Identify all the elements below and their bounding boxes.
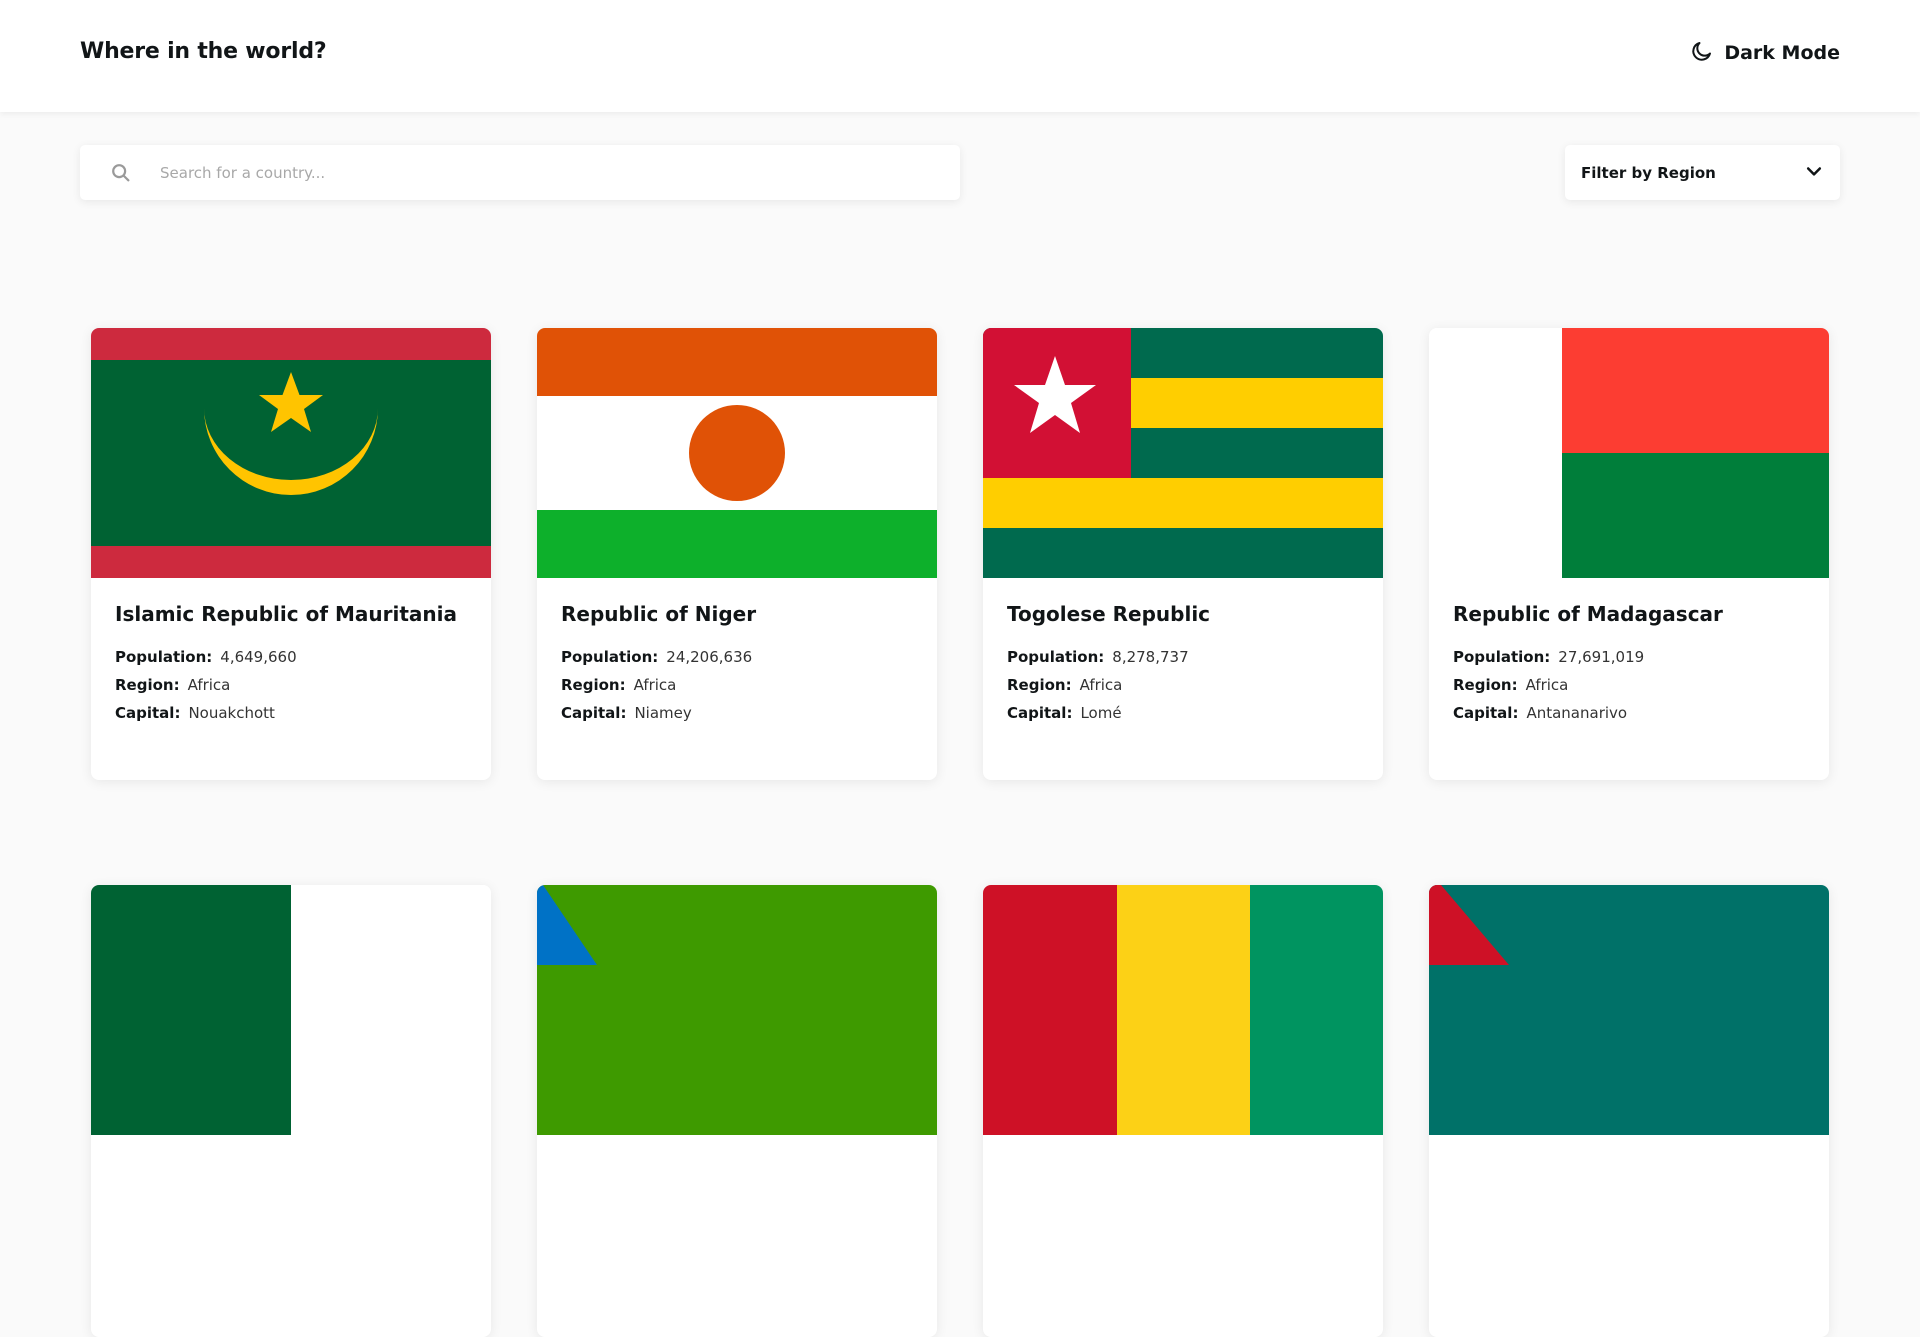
country-card-mauritania[interactable]: Islamic Republic of Mauritania Populatio… (91, 328, 491, 780)
app-title: Where in the world? (80, 38, 327, 64)
flag-image-madagascar (1429, 328, 1829, 578)
region-info: Region: Africa (1007, 676, 1359, 694)
capital-label: Capital: (1007, 704, 1073, 722)
population-label: Population: (115, 648, 213, 666)
country-name: Republic of Madagascar (1453, 602, 1723, 626)
app-header: Where in the world? Dark Mode (0, 0, 1920, 112)
flag-image (983, 885, 1383, 1135)
flag-image (91, 885, 491, 1135)
country-name: Republic of Niger (561, 602, 757, 626)
country-card-madagascar[interactable]: Republic of Madagascar Population: 27,691… (1429, 328, 1829, 780)
capital-label: Capital: (561, 704, 627, 722)
flag-image (537, 885, 937, 1135)
chevron-down-icon (1804, 161, 1824, 185)
flag-image-niger (537, 328, 937, 578)
region-value: Africa (1525, 676, 1569, 694)
region-info: Region: Africa (115, 676, 467, 694)
moon-icon (1690, 39, 1714, 68)
country-name: Togolese Republic (1007, 602, 1211, 626)
population-value: 8,278,737 (1112, 648, 1189, 666)
capital-info: Capital: Lomé (1007, 704, 1359, 722)
region-filter-label: Filter by Region (1581, 163, 1716, 182)
population-info: Population: 24,206,636 (561, 648, 913, 666)
population-info: Population: 27,691,019 (1453, 648, 1805, 666)
region-label: Region: (1453, 676, 1518, 694)
country-card[interactable] (1429, 885, 1829, 1337)
country-card[interactable] (983, 885, 1383, 1337)
region-info: Region: Africa (561, 676, 913, 694)
region-value: Africa (633, 676, 677, 694)
flag-image-togo (983, 328, 1383, 578)
population-value: 27,691,019 (1558, 648, 1645, 666)
region-label: Region: (1007, 676, 1072, 694)
capital-label: Capital: (1453, 704, 1519, 722)
country-card[interactable] (537, 885, 937, 1337)
population-label: Population: (1007, 648, 1105, 666)
country-card-niger[interactable]: Republic of Niger Population: 24,206,636 … (537, 328, 937, 780)
dark-mode-label: Dark Mode (1724, 42, 1840, 64)
population-info: Population: 4,649,660 (115, 648, 467, 666)
population-label: Population: (1453, 648, 1551, 666)
dark-mode-toggle[interactable]: Dark Mode (1690, 39, 1840, 68)
capital-value: Nouakchott (188, 704, 275, 722)
population-value: 4,649,660 (220, 648, 297, 666)
capital-label: Capital: (115, 704, 181, 722)
country-card[interactable] (91, 885, 491, 1337)
capital-value: Niamey (634, 704, 692, 722)
region-label: Region: (561, 676, 626, 694)
population-info: Population: 8,278,737 (1007, 648, 1359, 666)
country-name: Islamic Republic of Mauritania (115, 602, 457, 626)
region-value: Africa (1079, 676, 1123, 694)
capital-info: Capital: Antananarivo (1453, 704, 1805, 722)
country-card-togo[interactable]: Togolese Republic Population: 8,278,737 R… (983, 328, 1383, 780)
region-info: Region: Africa (1453, 676, 1805, 694)
population-label: Population: (561, 648, 659, 666)
capital-value: Lomé (1080, 704, 1122, 722)
population-value: 24,206,636 (666, 648, 753, 666)
capital-info: Capital: Nouakchott (115, 704, 467, 722)
region-value: Africa (187, 676, 231, 694)
capital-info: Capital: Niamey (561, 704, 913, 722)
search-icon (110, 162, 132, 184)
search-box[interactable] (80, 145, 960, 200)
flag-image-mauritania (91, 328, 491, 578)
capital-value: Antananarivo (1526, 704, 1628, 722)
search-input[interactable] (160, 145, 960, 200)
region-label: Region: (115, 676, 180, 694)
region-filter-dropdown[interactable]: Filter by Region (1565, 145, 1840, 200)
flag-image (1429, 885, 1829, 1135)
